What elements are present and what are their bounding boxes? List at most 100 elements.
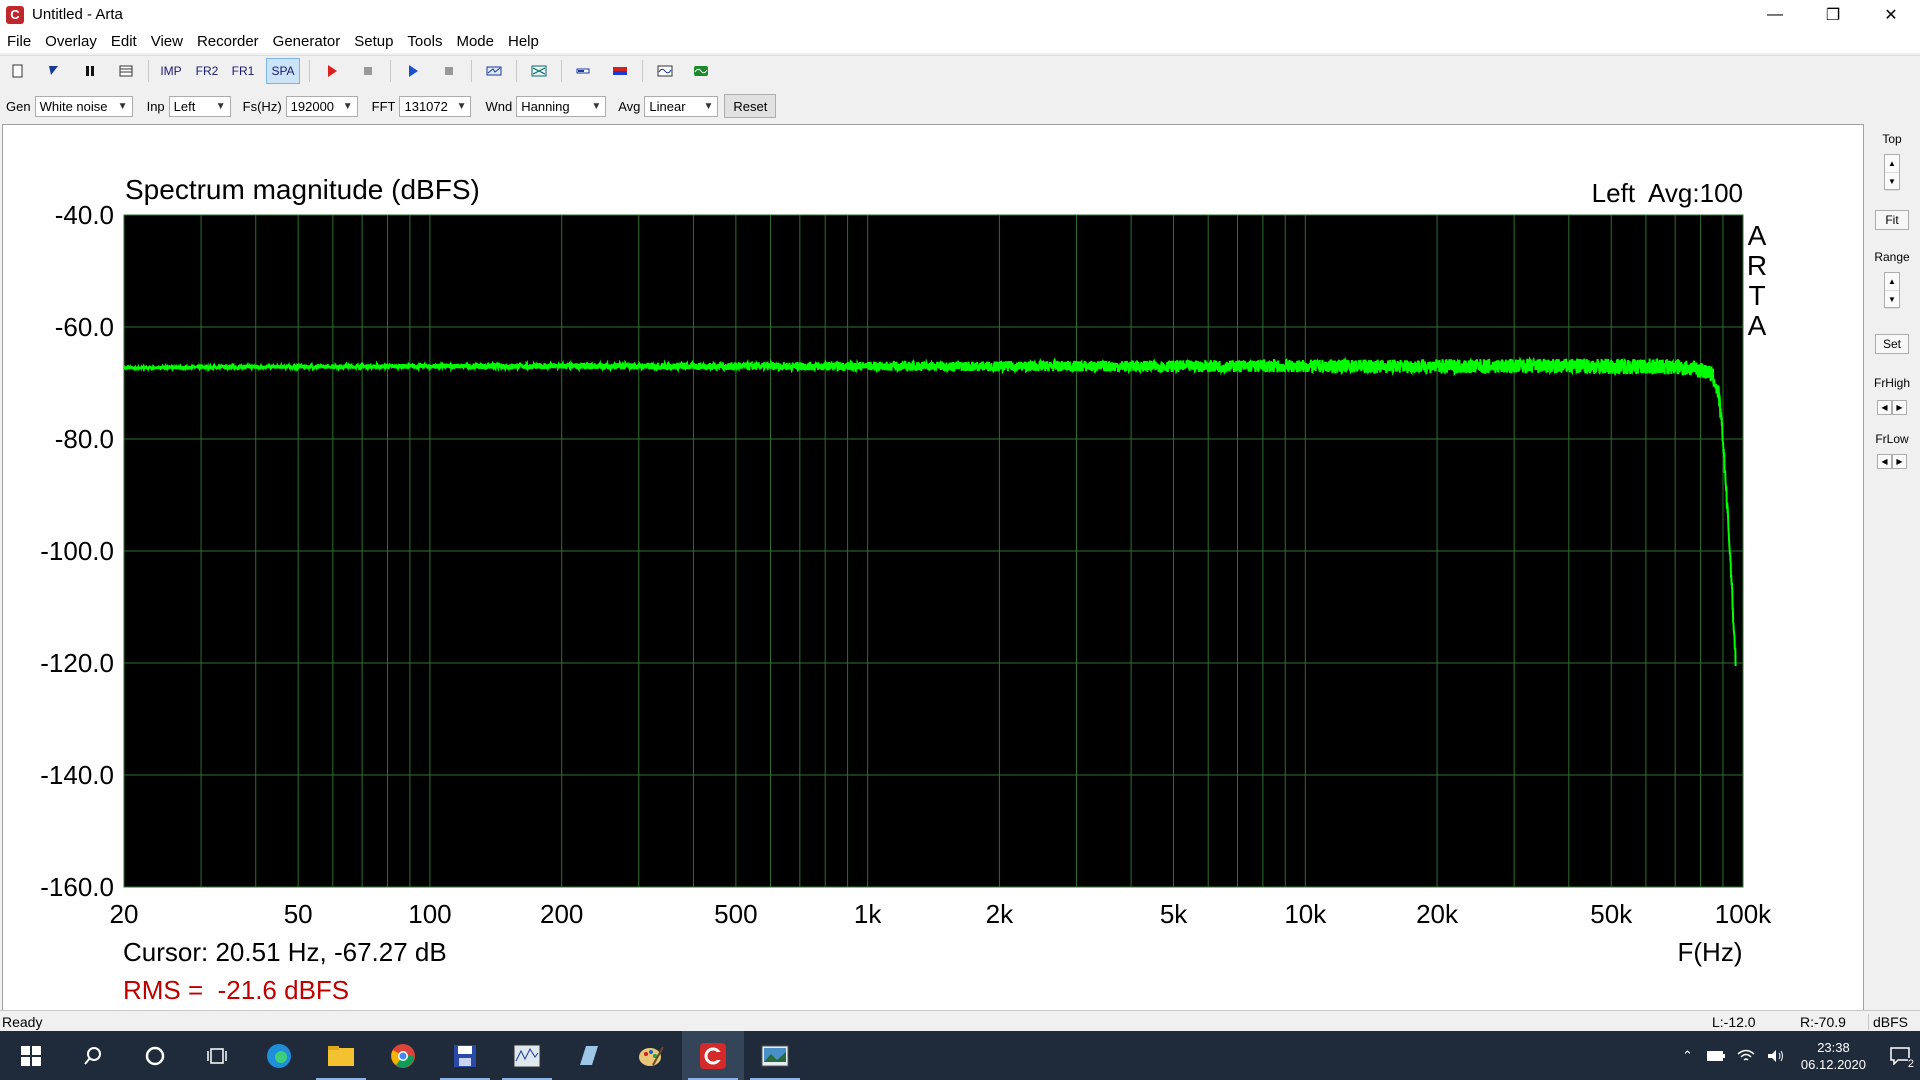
notification-center-icon[interactable]: 2 [1880, 1031, 1920, 1080]
watermark-letter: A [1748, 310, 1767, 341]
fs-label: Fs(Hz) [242, 98, 282, 114]
file-explorer-icon[interactable] [310, 1031, 372, 1080]
new-file-icon[interactable] [5, 59, 31, 83]
fr1-mode-button[interactable]: FR1 [230, 59, 256, 83]
gen-label: Gen [6, 98, 31, 114]
chevron-down-icon: ▼ [215, 100, 226, 112]
top-label: Top [1882, 132, 1902, 146]
watermark-letter: R [1747, 250, 1767, 281]
menu-file[interactable]: File [0, 33, 38, 50]
window-title: Untitled - Arta [32, 6, 123, 23]
save-disk-app-icon[interactable] [434, 1031, 496, 1080]
table-icon[interactable] [113, 59, 139, 83]
spa-mode-button[interactable]: SPA [266, 58, 300, 84]
generator-select[interactable]: White noise ▼ [34, 95, 133, 117]
x-tick-label: 50 [284, 899, 313, 929]
speaker-icon[interactable] [1767, 1049, 1785, 1063]
down-arrow-icon[interactable]: ▼ [1885, 291, 1899, 309]
taskbar-clock[interactable]: 23:38 06.12.2020 [1801, 1039, 1866, 1073]
pause-icon[interactable] [77, 59, 103, 83]
record-play-icon[interactable] [319, 59, 345, 83]
image-viewer-app-icon[interactable] [744, 1031, 806, 1080]
wave-green-icon[interactable] [688, 59, 714, 83]
minimize-button[interactable]: — [1746, 0, 1804, 29]
clock-time: 23:38 [1817, 1039, 1850, 1055]
generator-select-value: White noise [39, 98, 108, 114]
menu-overlay[interactable]: Overlay [38, 33, 104, 50]
auto-scale-icon[interactable] [481, 59, 507, 83]
fft-size-select[interactable]: 131072 ▼ [399, 95, 472, 117]
x-tick-label: 20 [110, 899, 139, 929]
signal-meter-icon[interactable] [571, 59, 597, 83]
top-spinner[interactable]: ▲ ▼ [1884, 154, 1900, 191]
input-select[interactable]: Left ▼ [168, 95, 231, 117]
level-meter-icon[interactable] [607, 59, 633, 83]
wifi-icon[interactable] [1737, 1049, 1755, 1063]
arta-taskbar-icon[interactable] [682, 1031, 744, 1080]
audio-analyzer-app-icon[interactable] [496, 1031, 558, 1080]
right-control-panel: Top ▲ ▼ Fit Range ▲ ▼ Set FrHigh ◀ ▶ FrLow … [1864, 124, 1920, 1012]
record-stop-icon[interactable] [355, 59, 381, 83]
up-arrow-icon[interactable]: ▲ [1885, 155, 1899, 173]
spectrum-plot[interactable]: -40.0-60.0-80.0-100.0-120.0-140.0-160.0 … [3, 125, 1863, 1013]
range-spinner[interactable]: ▲ ▼ [1884, 272, 1900, 309]
edge-browser-icon[interactable] [248, 1031, 310, 1080]
restore-button[interactable]: ❐ [1804, 0, 1862, 29]
spectrogram-icon[interactable] [526, 59, 552, 83]
notes-app-icon[interactable] [558, 1031, 620, 1080]
menu-recorder[interactable]: Recorder [190, 33, 266, 50]
spectrum-plot-panel: -40.0 -60.0 -80.0 -100.0 -120.0 -140.0 -160.0 … [2, 124, 1864, 1014]
left-arrow-icon[interactable]: ◀ [1877, 454, 1892, 469]
y-tick-label: -100.0 [40, 536, 114, 566]
x-tick-label: 500 [714, 899, 757, 929]
chevron-up-icon[interactable]: ⌃ [1682, 1048, 1693, 1064]
down-arrow-icon[interactable]: ▼ [1885, 173, 1899, 191]
chevron-down-icon: ▼ [703, 100, 714, 112]
frlow-spinner[interactable]: ◀ ▶ [1877, 454, 1907, 469]
window-function-select-value: Hanning [521, 98, 570, 114]
oscilloscope-icon[interactable] [652, 59, 678, 83]
menu-view[interactable]: View [144, 33, 190, 50]
chevron-down-icon: ▼ [591, 100, 602, 112]
close-button[interactable]: ✕ [1862, 0, 1920, 29]
averaging-select[interactable]: Linear ▼ [644, 95, 719, 117]
samplerate-select[interactable]: 192000 ▼ [285, 95, 358, 117]
battery-icon[interactable] [1706, 1050, 1725, 1062]
x-tick-label: 20k [1416, 899, 1459, 929]
paint-app-icon[interactable] [620, 1031, 682, 1080]
right-arrow-icon[interactable]: ▶ [1892, 454, 1907, 469]
left-arrow-icon[interactable]: ◀ [1877, 400, 1892, 415]
chevron-down-icon: ▼ [342, 100, 353, 112]
toolbar-separator [309, 60, 310, 82]
menu-generator[interactable]: Generator [266, 33, 348, 50]
right-level-readout: R:-70.9 [1800, 1013, 1846, 1030]
task-view-icon[interactable] [186, 1031, 248, 1080]
status-bar: Ready L:-12.0 R:-70.9 dBFS [0, 1010, 1920, 1032]
generator-play-icon[interactable] [400, 59, 426, 83]
control-bar: Gen White noise ▼ Inp Left ▼ Fs(Hz) 192000… [0, 92, 1920, 120]
x-tick-label: 1k [854, 899, 882, 929]
fr2-mode-button[interactable]: FR2 [194, 59, 220, 83]
toolbar-separator [516, 60, 517, 82]
menu-edit[interactable]: Edit [104, 33, 144, 50]
search-icon[interactable] [62, 1031, 124, 1080]
chrome-browser-icon[interactable] [372, 1031, 434, 1080]
windows-start-icon[interactable] [0, 1031, 62, 1080]
menu-setup[interactable]: Setup [347, 33, 400, 50]
menu-help[interactable]: Help [501, 33, 546, 50]
open-file-icon[interactable] [41, 59, 67, 83]
frhigh-spinner[interactable]: ◀ ▶ [1877, 400, 1907, 415]
imp-mode-button[interactable]: IMP [158, 59, 184, 83]
menu-tools[interactable]: Tools [400, 33, 449, 50]
reset-button[interactable]: Reset [724, 94, 777, 118]
y-tick-label: -120.0 [40, 648, 114, 678]
up-arrow-icon[interactable]: ▲ [1885, 273, 1899, 291]
windows-taskbar: ⌃ 23:38 06.12.2020 2 [0, 1031, 1920, 1080]
cortana-icon[interactable] [124, 1031, 186, 1080]
set-button[interactable]: Set [1875, 334, 1909, 354]
window-function-select[interactable]: Hanning ▼ [516, 95, 607, 117]
right-arrow-icon[interactable]: ▶ [1892, 400, 1907, 415]
generator-stop-icon[interactable] [436, 59, 462, 83]
menu-mode[interactable]: Mode [449, 33, 501, 50]
fit-button[interactable]: Fit [1875, 210, 1909, 230]
